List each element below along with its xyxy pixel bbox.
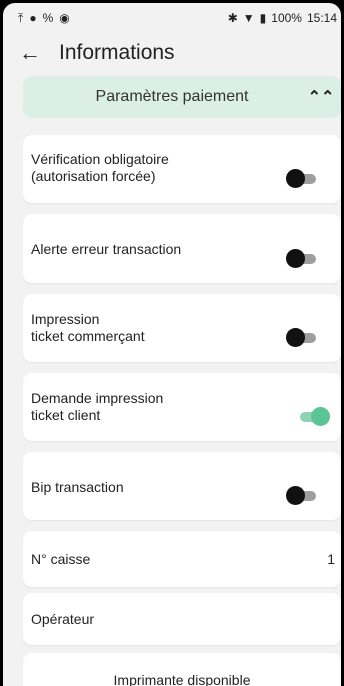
setting-label: Vérification obligatoire (autorisation f… xyxy=(31,151,169,184)
setting-label: Demande impression ticket client xyxy=(31,390,164,423)
operator-label: Opérateur xyxy=(31,611,95,627)
setting-label: Impression ticket commerçant xyxy=(31,311,145,344)
cash-register-value: 1 xyxy=(327,551,335,567)
bluetooth-icon: ✱ xyxy=(227,11,238,25)
operator-row[interactable]: Opérateur xyxy=(23,593,341,645)
setting-merchant-ticket-print: Impression ticket commerçant xyxy=(23,294,341,362)
cash-register-label: N° caisse xyxy=(31,551,91,567)
clock: 15:14 xyxy=(306,11,337,25)
chevron-up-icon[interactable]: ⌃⌃ xyxy=(301,87,341,107)
battery-icon: ▮ xyxy=(259,11,267,25)
battery-level: 100% xyxy=(271,11,302,25)
wifi-icon: ▼ xyxy=(242,11,255,25)
payment-settings-header[interactable]: Paramètres paiement ⌃⌃ xyxy=(23,76,341,118)
setting-label: Alerte erreur transaction xyxy=(31,241,182,257)
app-bar: ← Informations xyxy=(3,33,341,73)
setting-client-ticket-request: Demande impression ticket client xyxy=(23,373,341,441)
setting-transaction-beep: Bip transaction xyxy=(23,452,341,520)
transaction-beep-toggle[interactable] xyxy=(286,485,320,505)
setting-transaction-error-alert: Alerte erreur transaction xyxy=(23,214,341,283)
merchant-ticket-toggle[interactable] xyxy=(286,327,320,347)
setting-forced-authorization: Vérification obligatoire (autorisation f… xyxy=(23,135,341,203)
back-arrow-icon[interactable]: ← xyxy=(19,40,45,66)
setting-label: Bip transaction xyxy=(31,479,124,495)
printer-available-row[interactable]: Imprimante disponible xyxy=(23,653,341,686)
upload-icon: ⤒ xyxy=(18,10,24,25)
forced-authorization-toggle[interactable] xyxy=(286,168,320,188)
app-icon: ● xyxy=(29,11,37,25)
section-title: Paramètres paiement xyxy=(95,88,249,105)
printer-label: Imprimante disponible xyxy=(113,672,251,686)
client-ticket-toggle[interactable] xyxy=(296,406,330,426)
page-title: Informations xyxy=(59,41,175,64)
error-alert-toggle[interactable] xyxy=(286,248,320,268)
phone-screen: ⤒ ● % ◉ ✱ ▼ ▮ 100% 15:14 ← Informations … xyxy=(3,3,341,686)
shield-icon: ◉ xyxy=(59,11,70,25)
status-bar: ⤒ ● % ◉ ✱ ▼ ▮ 100% 15:14 xyxy=(3,3,341,33)
cash-register-number-row[interactable]: N° caisse 1 xyxy=(23,531,341,587)
link-icon: % xyxy=(42,11,54,25)
